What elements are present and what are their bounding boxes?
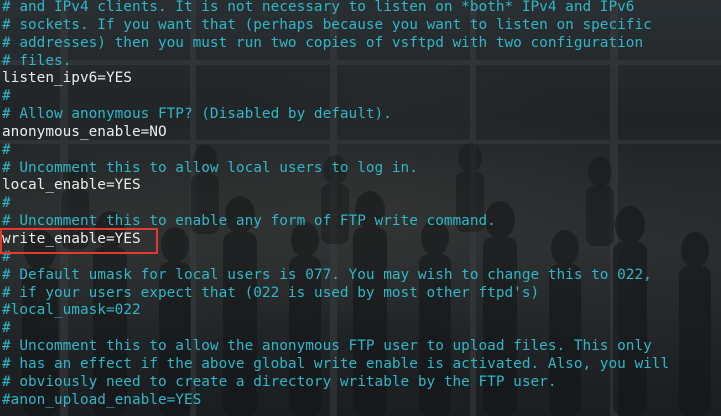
code-line: # Allow anonymous FTP? (Disabled by defa… [2,106,392,123]
code-line: # [2,320,11,337]
code-line: # [2,195,11,212]
code-line: # and IPv4 clients. It is not necessary … [2,0,635,15]
code-line: # Uncomment this to allow the anonymous … [2,338,652,355]
code-line: #anon_upload_enable=YES [2,391,202,408]
code-line: # Uncomment this to allow local users to… [2,159,418,176]
code-line: local_enable=YES [2,177,141,194]
code-line: # addresses) then you must run two copie… [2,34,644,51]
code-line: # has an effect if the above global writ… [2,355,670,372]
code-line: #local_umask=022 [2,302,141,319]
terminal-window[interactable]: # and IPv4 clients. It is not necessary … [0,0,721,416]
highlight-box [0,228,158,254]
code-line: anonymous_enable=NO [2,123,167,140]
code-line: # if your users expect that (022 is used… [2,284,540,301]
code-line: # [2,141,11,158]
config-file-text[interactable]: # and IPv4 clients. It is not necessary … [2,0,669,409]
code-line: # Default umask for local users is 077. … [2,266,652,283]
code-line: # sockets. If you want that (perhaps bec… [2,16,652,33]
code-line: # [2,88,11,105]
code-line: listen_ipv6=YES [2,70,132,87]
code-line: # files. [2,52,72,69]
code-line: # obviously need to create a directory w… [2,373,557,390]
